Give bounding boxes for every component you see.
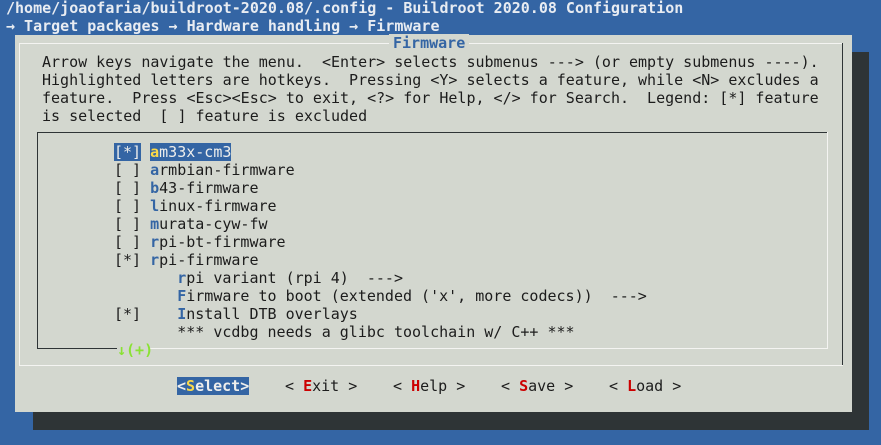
dialog-border-right	[842, 43, 843, 365]
menu-item-linux-firmware[interactable]: [ ] linux-firmware	[114, 197, 277, 215]
menu-frame-right	[827, 132, 828, 349]
menu-item-murata-cyw-fw[interactable]: [ ] murata-cyw-fw	[114, 215, 268, 233]
breadcrumb: → Target packages → Hardware handling → …	[6, 17, 440, 35]
menu-item-rpi-bt-firmware[interactable]: [ ] rpi-bt-firmware	[114, 233, 286, 251]
select-button[interactable]: <Select>	[177, 377, 250, 395]
dialog-border-left	[19, 43, 20, 365]
scroll-more-indicator: ↓(+)	[117, 341, 154, 359]
menu-frame-bottom-right	[150, 348, 828, 349]
menu-item-rpi-firmware[interactable]: [*] rpi-firmware	[114, 251, 259, 269]
menu-frame-bottom-left	[37, 348, 117, 349]
menu-item-am33x-cm3[interactable]: [*] am33x-cm3	[114, 143, 232, 161]
menu-item-b43-firmware[interactable]: [ ] b43-firmware	[114, 179, 259, 197]
menu-item-rpi-variant[interactable]: rpi variant (rpi 4) --->	[114, 269, 403, 287]
menu-comment-vcdbg: *** vcdbg needs a glibc toolchain w/ C++…	[177, 323, 575, 341]
load-button[interactable]: < Load >	[609, 377, 681, 395]
help-button[interactable]: < Help >	[393, 377, 465, 395]
menu-frame-top	[37, 132, 828, 133]
help-text-line: Highlighted letters are hotkeys. Pressin…	[42, 71, 819, 89]
menu-item-armbian-firmware[interactable]: [ ] armbian-firmware	[114, 161, 295, 179]
help-text-line: is selected [ ] feature is excluded	[42, 107, 368, 125]
help-text-line: feature. Press <Esc><Esc> to exit, <?> f…	[42, 89, 819, 107]
window-title: /home/joaofaria/buildroot-2020.08/.confi…	[6, 0, 684, 17]
menu-frame-left	[37, 132, 38, 349]
save-button[interactable]: < Save >	[501, 377, 573, 395]
dialog-title: Firmware	[389, 34, 470, 52]
dialog-separator	[19, 365, 843, 366]
menu-item-install-dtb-overlays[interactable]: [*] Install DTB overlays	[114, 305, 358, 323]
help-text-line: Arrow keys navigate the menu. <Enter> se…	[42, 53, 819, 71]
exit-button[interactable]: < Exit >	[285, 377, 357, 395]
menu-item-firmware-to-boot[interactable]: Firmware to boot (extended ('x', more co…	[114, 287, 647, 305]
